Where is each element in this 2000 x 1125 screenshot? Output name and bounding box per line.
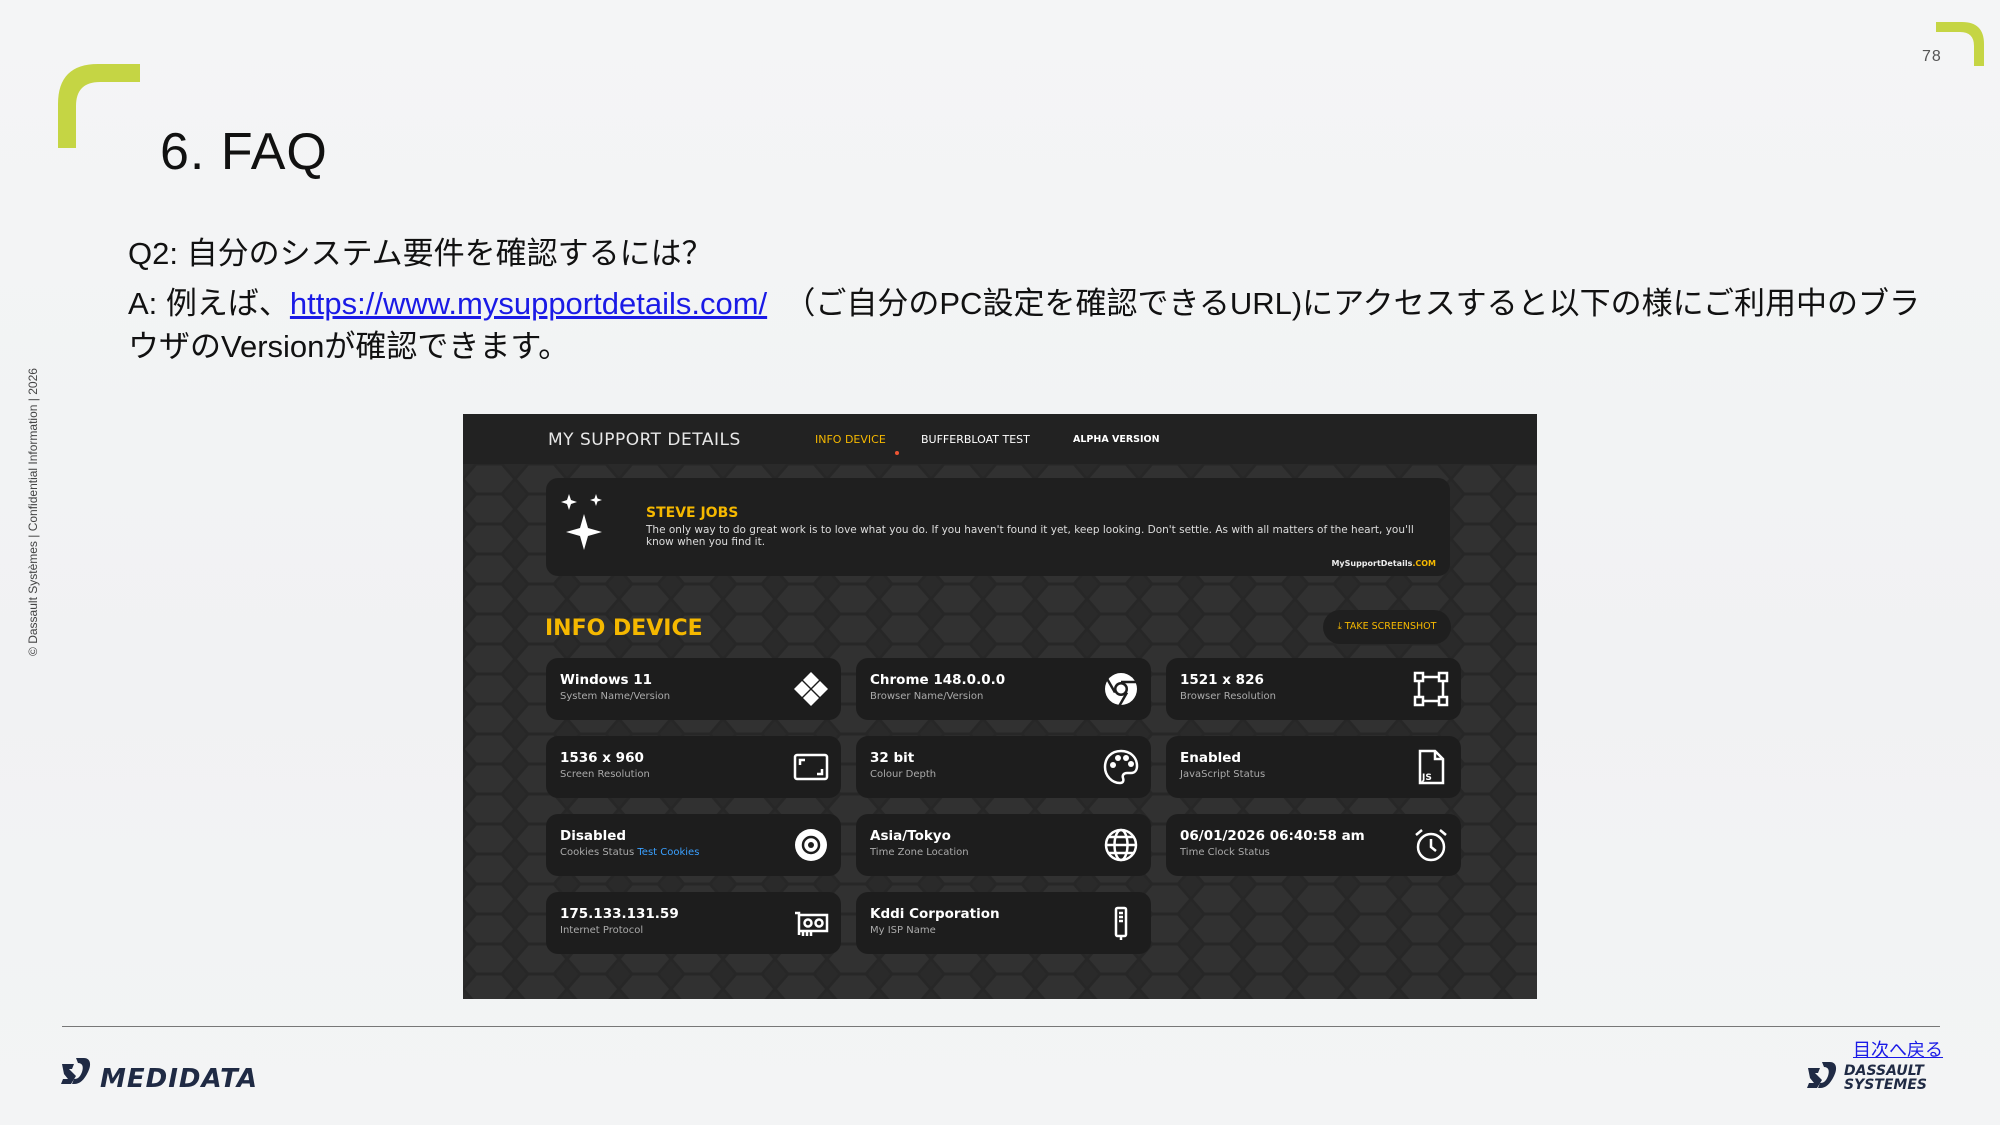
- palette-icon: [1103, 749, 1139, 785]
- card-value: Disabled: [560, 828, 627, 844]
- card-label: Time Zone Location: [870, 847, 969, 858]
- answer-prefix: A: 例えば、: [128, 286, 290, 321]
- card-label: My ISP Name: [870, 925, 936, 936]
- confidentiality-note: © Dassault Systèmes | Confidential Infor…: [26, 368, 40, 656]
- card-value: 1521 x 826: [1180, 672, 1264, 688]
- faq-answer: A: 例えば、https://www.mysupportdetails.com/…: [128, 282, 1938, 368]
- card-label: Browser Resolution: [1180, 691, 1276, 702]
- dassault-logo-line2: SYSTEMES: [1844, 1077, 1927, 1093]
- dassault-systemes-logo: DASSAULT SYSTEMES: [1807, 1062, 1927, 1093]
- router-icon: [1114, 906, 1128, 940]
- faq-question: Q2: 自分のシステム要件を確認するには？: [128, 236, 713, 271]
- info-card-browser-resolution: 1521 x 826 Browser Resolution: [1166, 658, 1461, 720]
- medidata-logo-text: MEDIDATA: [100, 1064, 258, 1094]
- info-card-clock: 06/01/2026 06:40:58 am Time Clock Status: [1166, 814, 1461, 876]
- info-card-isp: Kddi Corporation My ISP Name: [856, 892, 1151, 954]
- card-label: Time Clock Status: [1180, 847, 1270, 858]
- card-label: Browser Name/Version: [870, 691, 984, 702]
- info-device-heading: INFO DEVICE: [545, 616, 703, 641]
- resize-icon: [1413, 671, 1449, 707]
- nav-info-device[interactable]: INFO DEVICE: [815, 433, 886, 446]
- svg-text:JS: JS: [1421, 773, 1432, 783]
- js-file-icon: JS: [1418, 749, 1445, 785]
- card-value: 175.133.131.59: [560, 906, 679, 922]
- card-label: System Name/Version: [560, 691, 671, 702]
- footer-divider: [62, 1026, 1940, 1027]
- mysupportdetails-logo: MY SUPPORT DETAILS: [548, 430, 741, 450]
- active-nav-indicator: [895, 451, 899, 455]
- card-label: JavaScript Status: [1180, 769, 1266, 780]
- quote-card: STEVE JOBS The only way to do great work…: [546, 478, 1450, 576]
- mysupportdetails-link[interactable]: https://www.mysupportdetails.com/: [290, 286, 767, 321]
- globe-icon: [1104, 828, 1138, 862]
- info-card-system: Windows 11 System Name/Version: [546, 658, 841, 720]
- info-card-cookies: Disabled Cookies Status Test Cookies: [546, 814, 841, 876]
- card-label: Screen Resolution: [560, 769, 650, 780]
- card-value: 1536 x 960: [560, 750, 644, 766]
- card-value: 32 bit: [870, 750, 915, 766]
- info-card-javascript: Enabled JavaScript Status JS: [1166, 736, 1461, 798]
- quote-text: The only way to do great work is to love…: [646, 524, 1414, 548]
- card-value: Asia/Tokyo: [870, 828, 951, 844]
- take-screenshot-button[interactable]: ⤓ TAKE SCREENSHOT: [1323, 610, 1451, 644]
- card-value: Enabled: [1180, 750, 1242, 766]
- card-label: Colour Depth: [870, 769, 937, 780]
- test-cookies-link[interactable]: Test Cookies: [637, 847, 699, 858]
- page-number: 78: [1922, 48, 1942, 65]
- screen-icon: [793, 753, 829, 781]
- card-label: Cookies Status Test Cookies: [560, 847, 699, 858]
- card-label-text: Cookies Status: [560, 847, 635, 858]
- corner-bracket-top-right: [1936, 22, 1984, 66]
- card-value: Chrome 148.0.0.0: [870, 672, 1006, 688]
- card-value: Kddi Corporation: [870, 906, 1000, 922]
- cookie-icon: [795, 829, 827, 861]
- windows-icon: [794, 672, 828, 706]
- quote-site-name: MySupportDetails: [1331, 559, 1413, 568]
- support-details-screenshot: MY SUPPORT DETAILS INFO DEVICE BUFFERBLO…: [463, 414, 1537, 999]
- network-card-icon: [795, 911, 829, 936]
- info-card-ip: 175.133.131.59 Internet Protocol: [546, 892, 841, 954]
- chrome-icon: [1105, 673, 1137, 707]
- card-value: Windows 11: [560, 672, 653, 688]
- quote-site-com: .COM: [1412, 559, 1436, 568]
- slide-title: 6. FAQ: [160, 123, 328, 181]
- corner-bracket-top-left: [58, 64, 140, 148]
- medidata-logo: MEDIDATA: [61, 1058, 258, 1094]
- card-value: 06/01/2026 06:40:58 am: [1180, 828, 1365, 844]
- nav-alpha-version[interactable]: ALPHA VERSION: [1073, 434, 1160, 445]
- info-card-screen-resolution: 1536 x 960 Screen Resolution: [546, 736, 841, 798]
- alarm-clock-icon: [1415, 829, 1447, 862]
- quote-site-brand: MySupportDetails.COM: [1331, 559, 1436, 568]
- info-card-timezone: Asia/Tokyo Time Zone Location: [856, 814, 1151, 876]
- info-card-browser: Chrome 148.0.0.0 Browser Name/Version: [856, 658, 1151, 720]
- nav-bufferbloat-test[interactable]: BUFFERBLOAT TEST: [921, 433, 1030, 446]
- info-card-colour-depth: 32 bit Colour Depth: [856, 736, 1151, 798]
- quote-author: STEVE JOBS: [646, 505, 739, 521]
- sparkles-icon: [561, 494, 602, 550]
- card-label: Internet Protocol: [560, 925, 644, 936]
